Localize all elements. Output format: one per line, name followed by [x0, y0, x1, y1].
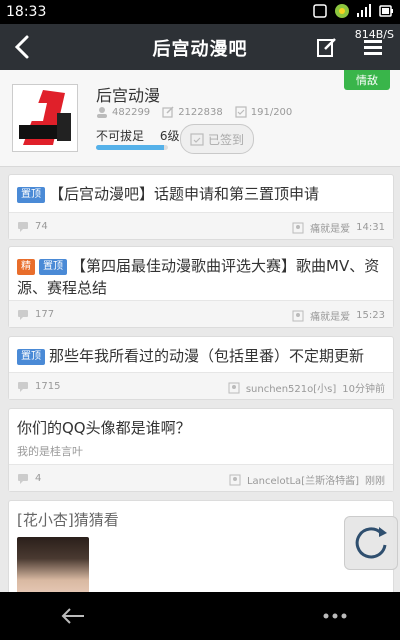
calendar-check-icon	[190, 133, 204, 146]
post-title: 【后宫动漫吧】话题申请和第三置顶申请	[49, 185, 320, 203]
forum-logo[interactable]	[12, 84, 78, 152]
signed-in-label: 已签到	[207, 132, 244, 147]
posts-count: 2122838	[178, 106, 223, 118]
reply-info: 177	[17, 308, 54, 320]
more-options-icon[interactable]	[322, 612, 348, 620]
comment-icon	[18, 310, 28, 320]
page-title: 后宫动漫吧	[152, 39, 248, 60]
post-card[interactable]: 置顶 【后宫动漫吧】话题申请和第三置顶申请 74 痛就是爱 14:31	[8, 174, 394, 240]
members-count: 482299	[112, 106, 151, 118]
author-name: 痛就是爱	[310, 312, 351, 323]
post-title: 【第四届最佳动漫歌曲评选大赛】歌曲MV、资源、赛程总结	[17, 257, 380, 297]
author-info: sunchen521o[小s] 10分钟前	[228, 380, 385, 395]
post-card[interactable]: 置顶 那些年我所看过的动漫（包括里番）不定期更新 1715 sunchen521o…	[8, 336, 394, 400]
refresh-button[interactable]	[344, 516, 398, 570]
featured-tag: 精	[17, 259, 35, 275]
status-icons	[312, 3, 394, 19]
comment-icon	[18, 382, 28, 392]
post-preview: 我的是桂言叶	[17, 445, 83, 458]
forum-info: 后宫动漫 482299 2122838 191/200 不可拔足 6级 已签到	[0, 70, 400, 167]
post-title-row: 置顶 那些年我所看过的动漫（包括里番）不定期更新	[9, 337, 393, 367]
status-bar: 18:33	[0, 0, 400, 24]
post-title-row: 精置顶 【第四届最佳动漫歌曲评选大赛】歌曲MV、资源、赛程总结	[9, 247, 393, 299]
post-time: 刚刚	[365, 476, 385, 487]
forum-tag-badge[interactable]: 情敌	[344, 70, 390, 90]
top-bar: 后宫动漫吧 814B/S	[0, 24, 400, 70]
members-stat: 482299	[96, 106, 150, 118]
post-time: 14:31	[356, 222, 385, 233]
signed-in-button[interactable]: 已签到	[180, 124, 254, 154]
system-navigation-bar	[0, 592, 400, 640]
post-footer: 4 LancelotLa[兰斯洛特酱] 刚刚	[9, 464, 393, 491]
level-progress-fill	[96, 145, 165, 150]
comment-icon	[18, 474, 28, 484]
user-level: 不可拔足 6级	[96, 127, 179, 144]
reply-count: 4	[35, 472, 42, 484]
post-time: 15:23	[356, 310, 385, 321]
user-icon	[229, 474, 241, 485]
sign-count: 191/200	[250, 106, 293, 118]
sign-stat: 191/200	[235, 106, 293, 118]
system-back-icon[interactable]	[58, 604, 88, 628]
author-name: LancelotLa[兰斯洛特酱]	[246, 476, 359, 487]
edit-post-icon[interactable]	[316, 36, 338, 58]
status-time: 18:33	[6, 4, 47, 20]
reply-info: 74	[17, 220, 48, 232]
signin-icon	[235, 106, 247, 118]
reply-info: 1715	[17, 380, 60, 392]
post-card[interactable]: 精置顶 【第四届最佳动漫歌曲评选大赛】歌曲MV、资源、赛程总结 177 痛就是爱 …	[8, 246, 394, 328]
post-title: 你们的QQ头像都是谁啊？	[17, 419, 191, 437]
post-card[interactable]: 你们的QQ头像都是谁啊？ 我的是桂言叶 4 LancelotLa[兰斯洛特酱] …	[8, 408, 394, 492]
post-footer: 177 痛就是爱 15:23	[9, 300, 393, 327]
forum-name: 后宫动漫	[96, 86, 161, 105]
level-number: 6级	[159, 129, 180, 143]
pinned-tag: 置顶	[17, 187, 45, 203]
level-title: 不可拔足	[96, 129, 145, 143]
pinned-tag: 置顶	[39, 259, 67, 275]
posts-stat: 2122838	[162, 106, 223, 118]
author-info: 痛就是爱 14:31	[292, 220, 385, 235]
screen-mirror-icon	[313, 4, 327, 18]
author-name: 痛就是爱	[310, 224, 351, 235]
reply-info: 4	[17, 472, 41, 484]
reply-count: 177	[35, 308, 55, 320]
post-footer: 74 痛就是爱 14:31	[9, 212, 393, 239]
comment-icon	[18, 222, 28, 232]
author-info: 痛就是爱 15:23	[292, 308, 385, 323]
author-info: LancelotLa[兰斯洛特酱] 刚刚	[229, 472, 385, 487]
refresh-icon	[355, 527, 387, 559]
post-title: [花小杏]猜猜看	[17, 511, 119, 529]
member-icon	[97, 107, 107, 118]
user-icon	[228, 382, 240, 393]
pen-icon	[162, 106, 174, 118]
app-notification-icon	[335, 4, 349, 18]
user-icon	[292, 222, 304, 233]
post-time: 10分钟前	[342, 384, 385, 395]
post-footer: 1715 sunchen521o[小s] 10分钟前	[9, 372, 393, 399]
network-speed: 814B/S	[354, 28, 394, 41]
post-title-row: 你们的QQ头像都是谁啊？ 我的是桂言叶	[9, 409, 393, 463]
forum-stats: 482299 2122838 191/200	[96, 106, 292, 118]
user-icon	[292, 310, 304, 321]
signal-icon	[357, 4, 371, 17]
post-title-row: 置顶 【后宫动漫吧】话题申请和第三置顶申请	[9, 175, 393, 205]
battery-icon	[379, 5, 393, 17]
post-title: 那些年我所看过的动漫（包括里番）不定期更新	[49, 347, 365, 365]
author-name: sunchen521o[小s]	[245, 384, 337, 395]
reply-count: 74	[35, 220, 48, 232]
reply-count: 1715	[35, 380, 61, 392]
pinned-tag: 置顶	[17, 349, 45, 365]
level-progress	[96, 145, 168, 150]
post-card[interactable]: [花小杏]猜猜看	[8, 500, 394, 609]
